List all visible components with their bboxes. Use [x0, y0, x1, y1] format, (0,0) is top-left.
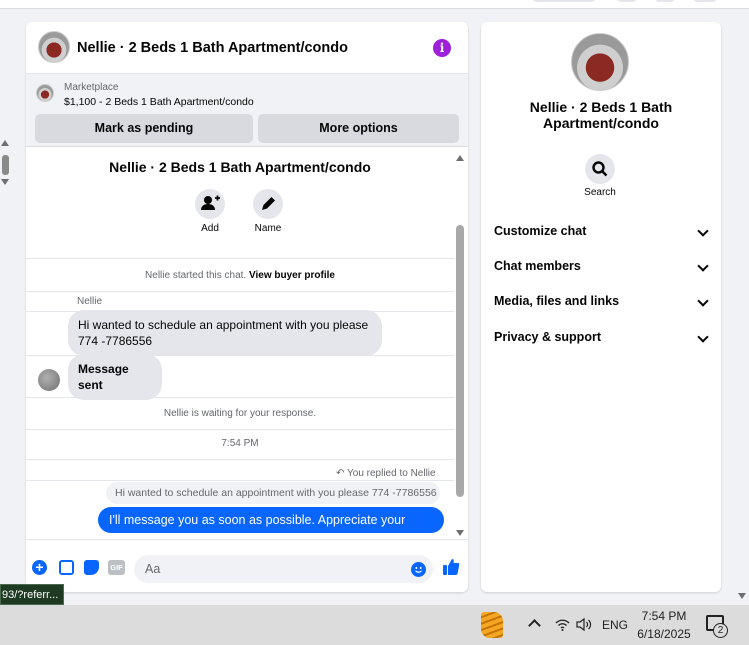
search-icon[interactable]	[585, 154, 615, 184]
section-privacy-support[interactable]: Privacy & support	[494, 330, 709, 350]
sender-avatar[interactable]	[38, 369, 60, 391]
clock-date[interactable]: 6/18/2025	[632, 627, 696, 641]
section-label: Media, files and links	[494, 294, 620, 308]
page-scroll-down-icon[interactable]	[738, 593, 746, 599]
pencil-icon[interactable]	[253, 189, 283, 219]
add-person-icon[interactable]	[195, 189, 225, 219]
add-people-action[interactable]: Add	[180, 189, 240, 234]
top-button[interactable]	[531, 0, 597, 2]
section-label: Chat members	[494, 259, 581, 273]
scroll-thumb[interactable]	[2, 155, 9, 175]
language-indicator[interactable]: ENG	[602, 618, 628, 632]
chevron-down-icon	[697, 225, 709, 237]
divider	[26, 459, 454, 460]
gif-icon[interactable]: GIF	[108, 560, 125, 575]
chat-started-notice: Nellie started this chat. View buyer pro…	[26, 270, 454, 281]
divider	[26, 258, 454, 259]
name-chat-action[interactable]: Name	[238, 189, 298, 234]
clock-time[interactable]: 7:54 PM	[632, 609, 696, 623]
scroll-down-icon[interactable]	[456, 530, 464, 536]
reply-arrow-icon: ↶	[336, 468, 345, 479]
section-media-files-links[interactable]: Media, files and links	[494, 294, 709, 314]
section-label: Privacy & support	[494, 330, 601, 344]
search-label: Search	[584, 187, 616, 198]
incoming-message[interactable]: Message sent	[68, 354, 162, 400]
message-placeholder: Aa	[145, 562, 161, 576]
windows-taskbar: ENG 7:54 PM 6/18/2025 2	[0, 605, 749, 645]
top-icon[interactable]	[654, 0, 676, 2]
marketplace-banner: Marketplace $1,100 - 2 Beds 1 Bath Apart…	[26, 74, 468, 147]
mark-as-pending-button[interactable]: Mark as pending	[35, 114, 253, 143]
message-input[interactable]: Aa	[134, 555, 433, 583]
message-timestamp: 7:54 PM	[221, 438, 259, 449]
quoted-message[interactable]: Hi wanted to schedule an appointment wit…	[106, 482, 440, 504]
chat-header: Nellie · 2 Beds 1 Bath Apartment/condo i	[26, 22, 468, 74]
thread-title: Nellie · 2 Beds 1 Bath Apartment/condo	[109, 159, 371, 175]
section-chat-members[interactable]: Chat members	[494, 259, 709, 279]
thread-scroll-thumb[interactable]	[456, 225, 464, 497]
incoming-message[interactable]: Hi wanted to schedule an appointment wit…	[68, 310, 382, 356]
replied-label: ↶ You replied to Nellie	[336, 468, 436, 479]
info-icon[interactable]: i	[433, 39, 451, 57]
listing-avatar[interactable]	[38, 31, 70, 63]
outgoing-message[interactable]: I'll message you as soon as possible. Ap…	[98, 507, 444, 533]
listing-summary[interactable]: $1,100 - 2 Beds 1 Bath Apartment/condo	[64, 96, 254, 108]
section-label: Customize chat	[494, 224, 587, 238]
app-taskbar-icon[interactable]	[481, 612, 503, 638]
wifi-icon[interactable]	[555, 617, 570, 632]
divider	[26, 291, 454, 292]
info-title: Nellie · 2 Beds 1 Bath Apartment/condo	[529, 99, 673, 131]
scroll-down-icon[interactable]	[1, 179, 9, 185]
divider	[26, 429, 454, 430]
listing-avatar-large[interactable]	[571, 33, 629, 91]
chat-window: Nellie · 2 Beds 1 Bath Apartment/condo i…	[26, 22, 468, 592]
plus-icon[interactable]: +	[32, 560, 47, 575]
message-thread[interactable]: Nellie · 2 Beds 1 Bath Apartment/condo A…	[26, 147, 468, 539]
sender-name: Nellie	[77, 296, 103, 307]
marketplace-label: Marketplace	[64, 82, 119, 93]
chevron-up-icon[interactable]	[528, 619, 541, 632]
page-scrollbar[interactable]	[0, 140, 12, 190]
volume-icon[interactable]	[576, 617, 592, 632]
thumbs-up-icon[interactable]	[442, 558, 460, 576]
listing-thumbnail[interactable]	[36, 84, 54, 102]
section-customize-chat[interactable]: Customize chat	[494, 224, 709, 244]
emoji-icon[interactable]	[411, 562, 426, 577]
view-buyer-profile-link[interactable]: View buyer profile	[249, 270, 335, 281]
notification-count: 2	[713, 623, 728, 638]
divider	[26, 480, 454, 481]
add-label: Add	[201, 223, 219, 234]
divider	[26, 397, 454, 398]
more-options-button[interactable]: More options	[258, 114, 459, 143]
profile-icon[interactable]	[692, 0, 718, 2]
top-icon[interactable]	[616, 0, 638, 2]
chevron-down-icon	[697, 331, 709, 343]
replied-text: You replied to Nellie	[347, 468, 436, 479]
chat-info-panel: Nellie · 2 Beds 1 Bath Apartment/condo S…	[481, 22, 721, 592]
chevron-down-icon	[697, 260, 709, 272]
scroll-up-icon[interactable]	[1, 140, 9, 146]
browser-top-strip	[0, 0, 749, 9]
photo-icon[interactable]	[59, 560, 74, 575]
chat-started-text: Nellie started this chat.	[145, 270, 247, 281]
chevron-down-icon	[697, 295, 709, 307]
chat-title[interactable]: Nellie · 2 Beds 1 Bath Apartment/condo	[77, 40, 348, 56]
scroll-up-icon[interactable]	[456, 155, 464, 161]
url-status-tooltip: 93/?referr...	[0, 584, 64, 605]
name-label: Name	[254, 223, 282, 234]
message-composer: + GIF Aa	[26, 539, 468, 592]
sticker-icon[interactable]	[84, 560, 99, 575]
waiting-notice: Nellie is waiting for your response.	[163, 408, 317, 419]
